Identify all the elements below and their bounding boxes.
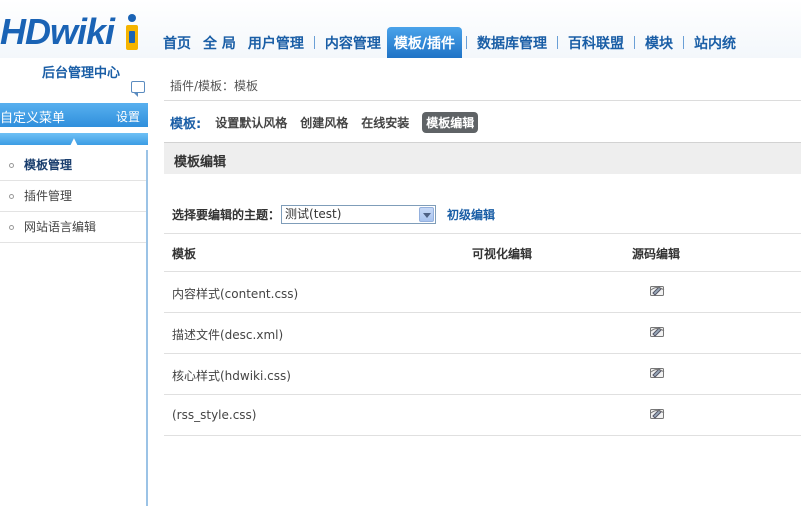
nav-home[interactable]: 首页	[157, 27, 197, 58]
tab-online-install[interactable]: 在线安装	[361, 114, 409, 131]
nav-content[interactable]: 内容管理	[319, 27, 387, 58]
sidebar-item-template-management[interactable]: 模板管理	[0, 150, 146, 181]
template-file-name: 核心样式(hdwiki.css)	[172, 369, 291, 383]
subnav-label: 模板:	[170, 116, 202, 132]
template-file-name: (rss_style.css)	[172, 408, 257, 422]
sidebar-item-language-edit[interactable]: 网站语言编辑	[0, 212, 146, 243]
column-header-template: 模板	[172, 247, 197, 261]
tab-set-default-style[interactable]: 设置默认风格	[215, 114, 287, 131]
section-header: 模板编辑	[164, 142, 801, 174]
template-file-name: 内容样式(content.css)	[172, 287, 299, 301]
top-header: HDwiki 首页 全 局 用户管理 内容管理 模板/插件 数据库管理 百科联盟…	[0, 0, 801, 58]
nav-database[interactable]: 数据库管理	[471, 27, 553, 58]
bullet-icon	[9, 225, 14, 230]
tab-create-style[interactable]: 创建风格	[300, 114, 348, 131]
source-edit-icon[interactable]	[650, 284, 665, 297]
table-row: 内容样式(content.css)	[164, 272, 801, 313]
column-header-source-edit: 源码编辑	[632, 247, 681, 261]
bullet-icon	[9, 194, 14, 199]
nav-users[interactable]: 用户管理	[242, 27, 310, 58]
nav-site-stats[interactable]: 站内统	[688, 27, 742, 58]
nav-divider	[683, 36, 684, 49]
nav-global[interactable]: 全 局	[197, 27, 242, 58]
sidebar-item-label: 模板管理	[24, 158, 73, 172]
main-content: 插件/模板：模板 模板: 设置默认风格 创建风格 在线安装 模板编辑 模板编辑 …	[164, 58, 801, 506]
nav-wiki-alliance[interactable]: 百科联盟	[562, 27, 630, 58]
tab-template-edit[interactable]: 模板编辑	[422, 111, 479, 133]
table-row: 描述文件(desc.xml)	[164, 313, 801, 354]
nav-divider	[466, 36, 467, 49]
divider	[164, 100, 801, 101]
source-edit-icon[interactable]	[650, 366, 665, 379]
logo-text: HDwiki	[0, 11, 115, 52]
template-subnav: 模板: 设置默认风格 创建风格 在线安装 模板编辑	[170, 111, 479, 133]
theme-select[interactable]: 测试(test)	[281, 204, 437, 224]
sidebar: 模板管理 插件管理 网站语言编辑	[0, 150, 148, 506]
theme-selector-row: 选择要编辑的主题： 测试(test) 初级编辑	[172, 204, 495, 224]
basic-edit-link[interactable]: 初级编辑	[447, 206, 495, 223]
bullet-icon	[9, 163, 14, 168]
logo-badge-icon	[125, 14, 139, 52]
admin-center-title: 后台管理中心	[42, 66, 121, 81]
section-title: 模板编辑	[174, 155, 227, 170]
sidebar-item-label: 网站语言编辑	[24, 220, 97, 234]
nav-modules[interactable]: 模块	[639, 27, 679, 58]
source-edit-icon[interactable]	[650, 325, 665, 338]
custom-menu-bar: 自定义菜单 设置	[0, 103, 148, 127]
custom-menu-label[interactable]: 自定义菜单	[0, 107, 65, 126]
chat-bubble-icon[interactable]	[131, 81, 145, 97]
table-header-row: 模板 可视化编辑 源码编辑	[164, 233, 801, 272]
table-row: 核心样式(hdwiki.css)	[164, 354, 801, 395]
source-edit-icon[interactable]	[650, 407, 665, 420]
nav-divider	[313, 36, 315, 49]
sidebar-item-label: 插件管理	[24, 189, 73, 203]
hdwiki-logo[interactable]: HDwiki	[0, 12, 150, 52]
chevron-up-icon: ▲	[70, 137, 78, 147]
table-row: (rss_style.css)	[164, 395, 801, 436]
column-header-visual-edit: 可视化编辑	[472, 247, 533, 261]
theme-select-value: 测试(test)	[285, 206, 342, 221]
nav-divider	[634, 36, 635, 49]
main-nav: 首页 全 局 用户管理 内容管理 模板/插件 数据库管理 百科联盟 模块 站内统	[157, 27, 742, 58]
chevron-down-icon[interactable]	[419, 206, 435, 222]
menu-settings-link[interactable]: 设置	[116, 108, 140, 125]
collapse-toggle[interactable]: ▲	[0, 133, 148, 147]
theme-select-label: 选择要编辑的主题：	[172, 207, 281, 222]
nav-templates-plugins[interactable]: 模板/插件	[386, 27, 462, 58]
nav-divider	[557, 36, 558, 49]
template-file-name: 描述文件(desc.xml)	[172, 328, 284, 342]
breadcrumb: 插件/模板：模板	[170, 79, 259, 93]
template-table: 模板 可视化编辑 源码编辑 内容样式(content.css) 描述文件(des…	[164, 233, 801, 436]
sidebar-header: 后台管理中心	[0, 58, 148, 102]
sidebar-item-plugin-management[interactable]: 插件管理	[0, 181, 146, 212]
